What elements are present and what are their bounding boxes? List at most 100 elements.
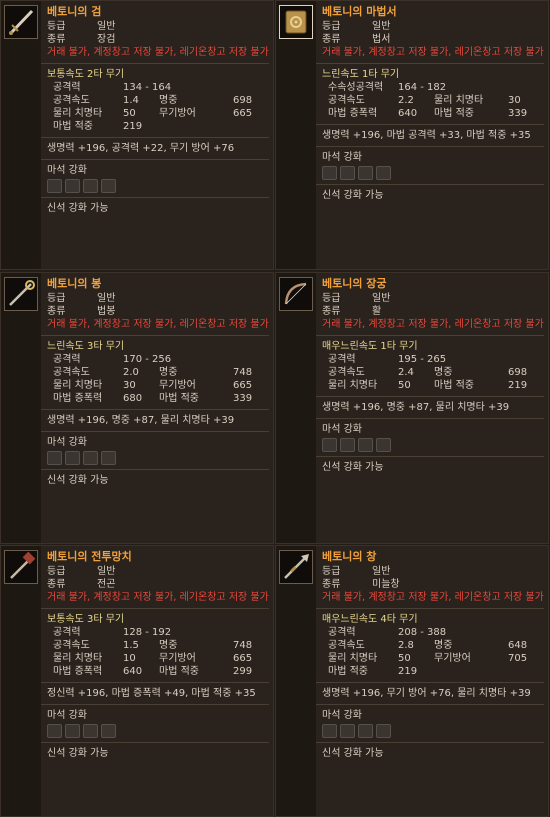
manastone-socket[interactable] bbox=[322, 166, 337, 180]
manastone-socket[interactable] bbox=[101, 451, 116, 465]
divider bbox=[316, 124, 544, 125]
manastone-socket[interactable] bbox=[83, 724, 98, 738]
manastone-sockets bbox=[47, 179, 269, 193]
divider bbox=[41, 335, 269, 336]
divider bbox=[41, 409, 269, 410]
spellbook-icon[interactable] bbox=[279, 5, 313, 39]
stat-row: 공격속도 2.2 물리 치명타 30 bbox=[322, 94, 544, 107]
manastone-socket[interactable] bbox=[101, 724, 116, 738]
item-tooltip-card: 베토니의 전투망치 등급 일반 종류 전곤 거래 불가, 계정창고 저장 불가, 레기온창… bbox=[0, 545, 274, 817]
divider bbox=[41, 608, 269, 609]
type-label: 종류 bbox=[47, 579, 66, 590]
bonus-stats: 생명력 +196, 명중 +87, 물리 치명타 +39 bbox=[322, 402, 510, 413]
stat-value: 219 bbox=[123, 121, 143, 132]
stat-row: 마법 증폭력 640 마법 적중 339 bbox=[322, 107, 544, 120]
manastone-socket[interactable] bbox=[65, 724, 80, 738]
divine-stone-text: 신석 강화 가능 bbox=[47, 475, 109, 486]
stat-label: 물리 치명타 bbox=[434, 95, 484, 106]
divider bbox=[41, 159, 269, 160]
stat-value: 748 bbox=[233, 367, 253, 378]
tooltip-content: 베토니의 장궁 등급 일반 종류 활 거래 불가, 계정창고 저장 불가, 레기온창고 저… bbox=[316, 273, 544, 474]
stat-value: 680 bbox=[123, 393, 143, 404]
manastone-sockets bbox=[322, 166, 544, 180]
divider bbox=[316, 456, 544, 457]
restriction-text: 거래 불가, 계정창고 저장 불가, 레기온창고 저장 불가 bbox=[322, 319, 544, 330]
stat-label: 마법 적중 bbox=[159, 393, 199, 404]
staff-icon[interactable] bbox=[4, 277, 38, 311]
type-row: 종류 미늘창 bbox=[322, 578, 544, 591]
manastone-socket[interactable] bbox=[358, 166, 373, 180]
stat-value: 50 bbox=[398, 653, 411, 664]
stat-row: 공격력 208 - 388 bbox=[322, 626, 544, 639]
stat-value: 648 bbox=[508, 640, 528, 651]
warhammer-icon[interactable] bbox=[4, 550, 38, 584]
manastone-socket[interactable] bbox=[376, 166, 391, 180]
stat-value: 219 bbox=[508, 380, 528, 391]
manastone-socket[interactable] bbox=[340, 166, 355, 180]
type-label: 종류 bbox=[47, 306, 66, 317]
stat-label: 마법 적중 bbox=[53, 121, 93, 132]
longbow-icon[interactable] bbox=[279, 277, 313, 311]
grade-value: 일반 bbox=[97, 293, 116, 304]
polearm-icon[interactable] bbox=[279, 550, 313, 584]
stat-row: 공격속도 2.8 명중 648 bbox=[322, 639, 544, 652]
sword-icon[interactable] bbox=[4, 5, 38, 39]
type-label: 종류 bbox=[322, 306, 341, 317]
manastone-socket[interactable] bbox=[358, 438, 373, 452]
stat-value: 50 bbox=[398, 380, 411, 391]
divine-stone-text: 신석 강화 가능 bbox=[47, 203, 109, 214]
manastone-socket[interactable] bbox=[101, 179, 116, 193]
stat-label: 명중 bbox=[159, 367, 178, 378]
manastone-socket[interactable] bbox=[322, 438, 337, 452]
stat-label: 물리 치명타 bbox=[53, 108, 103, 119]
stat-label: 공격속도 bbox=[328, 367, 365, 378]
stat-label: 명중 bbox=[434, 640, 453, 651]
manastone-socket[interactable] bbox=[376, 438, 391, 452]
manastone-socket[interactable] bbox=[47, 724, 62, 738]
manastone-socket[interactable] bbox=[83, 451, 98, 465]
divider bbox=[316, 418, 544, 419]
type-value: 활 bbox=[372, 306, 382, 317]
manastone-socket[interactable] bbox=[47, 179, 62, 193]
item-title: 베토니의 마법서 bbox=[322, 5, 397, 18]
manastone-sockets bbox=[322, 724, 544, 738]
stat-row: 마법 증폭력 640 마법 적중 299 bbox=[47, 665, 269, 678]
type-value: 장검 bbox=[97, 34, 116, 45]
stat-row: 마법 적중 219 bbox=[47, 120, 269, 133]
type-row: 종류 장검 bbox=[47, 33, 269, 46]
stat-value: 1.5 bbox=[123, 640, 139, 651]
manastone-socket[interactable] bbox=[47, 451, 62, 465]
manastone-socket[interactable] bbox=[65, 179, 80, 193]
stat-value: 134 - 164 bbox=[123, 82, 172, 93]
stat-label: 물리 치명타 bbox=[53, 380, 103, 391]
divider bbox=[316, 335, 544, 336]
type-row: 종류 법봉 bbox=[47, 305, 269, 318]
bonus-stats: 생명력 +196, 무기 방어 +76, 물리 치명타 +39 bbox=[322, 688, 531, 699]
manastone-socket[interactable] bbox=[340, 724, 355, 738]
stat-row: 공격속도 1.5 명중 748 bbox=[47, 639, 269, 652]
stat-value: 2.2 bbox=[398, 95, 414, 106]
stat-row: 공격력 195 - 265 bbox=[322, 353, 544, 366]
grade-label: 등급 bbox=[322, 21, 341, 32]
stat-value: 2.8 bbox=[398, 640, 414, 651]
manastone-socket[interactable] bbox=[322, 724, 337, 738]
stat-value: 219 bbox=[398, 666, 418, 677]
manastone-title: 마석 강화 bbox=[47, 710, 87, 721]
stat-value: 30 bbox=[508, 95, 521, 106]
stat-label: 공격력 bbox=[53, 627, 81, 638]
manastone-socket[interactable] bbox=[340, 438, 355, 452]
stat-label: 수속성공격력 bbox=[328, 82, 384, 93]
divider bbox=[316, 608, 544, 609]
manastone-socket[interactable] bbox=[376, 724, 391, 738]
manastone-socket[interactable] bbox=[65, 451, 80, 465]
manastone-socket[interactable] bbox=[83, 179, 98, 193]
item-title: 베토니의 창 bbox=[322, 550, 377, 563]
attack-speed-text: 매우느린속도 4타 무기 bbox=[322, 614, 418, 625]
stat-value: 10 bbox=[123, 653, 136, 664]
type-value: 전곤 bbox=[97, 579, 116, 590]
stat-row: 물리 치명타 50 마법 적중 219 bbox=[322, 379, 544, 392]
stat-value: 170 - 256 bbox=[123, 354, 172, 365]
manastone-socket[interactable] bbox=[358, 724, 373, 738]
manastone-title: 마석 강화 bbox=[322, 152, 362, 163]
stat-row: 공격력 134 - 164 bbox=[47, 81, 269, 94]
